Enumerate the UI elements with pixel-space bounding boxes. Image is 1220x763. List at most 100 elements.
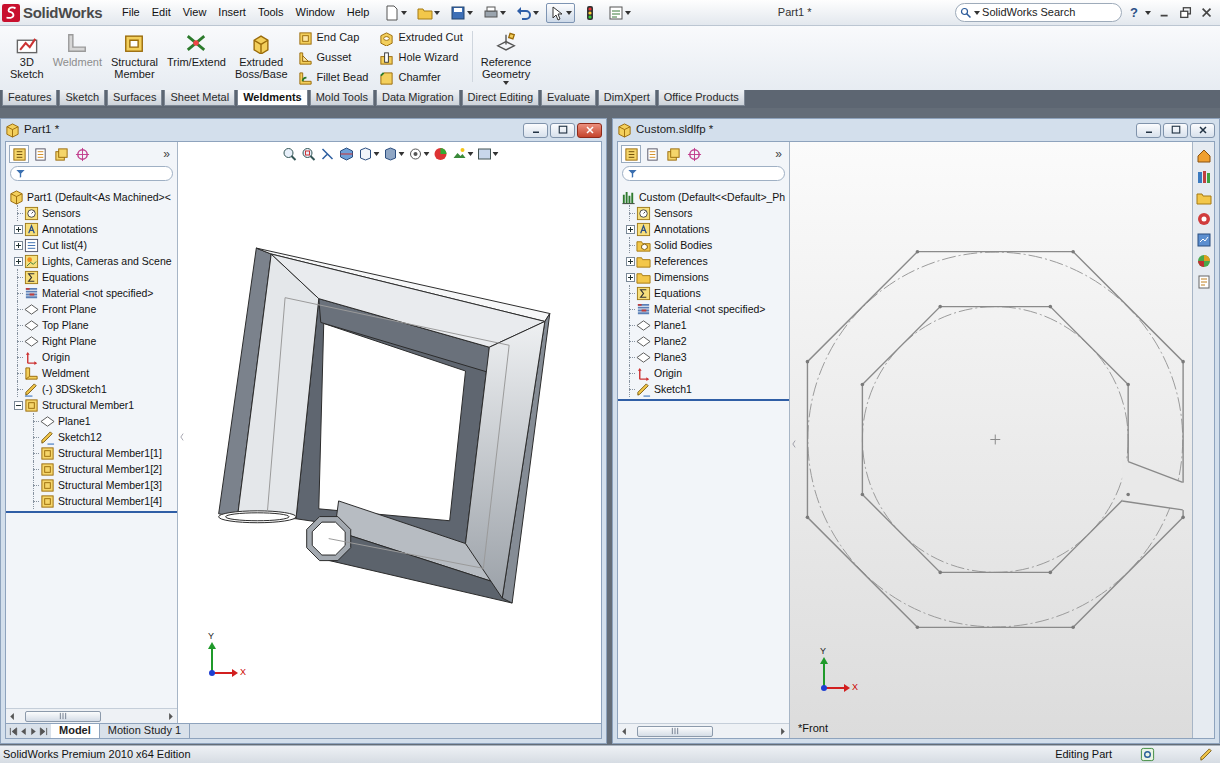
expander-icon[interactable] <box>14 401 23 410</box>
minimize-icon[interactable] <box>1158 6 1172 20</box>
first-tab-icon[interactable] <box>9 727 18 736</box>
home-icon[interactable] <box>1196 148 1212 164</box>
close-button[interactable] <box>577 123 602 138</box>
expander-icon[interactable] <box>14 241 23 250</box>
dropdown-arrow-icon[interactable] <box>423 151 429 157</box>
feature-manager-icon[interactable] <box>12 147 27 162</box>
ribbon-button[interactable]: Structural Member <box>107 29 162 83</box>
scroll-right-icon[interactable] <box>166 712 175 721</box>
command-tab[interactable]: Data Migration <box>376 90 460 106</box>
dropdown-arrow-icon[interactable] <box>533 10 539 16</box>
toolbar-button[interactable] <box>579 3 601 23</box>
menu-item[interactable]: Edit <box>146 4 177 21</box>
tree-scrollbar[interactable] <box>6 708 177 723</box>
expander-icon[interactable] <box>626 257 635 266</box>
fillet-icon[interactable] <box>298 71 313 86</box>
tree-item[interactable]: Equations <box>620 285 789 301</box>
scene-icon[interactable] <box>451 146 467 162</box>
view-tool-button[interactable] <box>451 146 473 162</box>
dropdown-arrow-icon[interactable] <box>467 151 473 157</box>
view-tool-button[interactable] <box>382 146 404 162</box>
tree-item[interactable]: Cut list(4) <box>8 237 177 253</box>
dropdown-arrow-icon[interactable] <box>434 10 440 16</box>
property-manager-icon[interactable] <box>33 147 48 162</box>
pencil-icon[interactable] <box>1199 747 1214 762</box>
scroll-right-icon[interactable] <box>778 727 787 736</box>
view-tool-button[interactable] <box>432 146 448 162</box>
feature-manager-icon[interactable] <box>624 147 639 162</box>
tree-item[interactable]: Dimensions <box>620 269 789 285</box>
expander-icon[interactable] <box>14 225 23 234</box>
tree-scrollbar[interactable] <box>618 723 789 738</box>
toolbar-button[interactable] <box>480 3 509 23</box>
chamfer-icon[interactable] <box>379 71 394 86</box>
zoom-area-icon[interactable] <box>300 146 316 162</box>
refgeom-icon[interactable] <box>495 32 517 54</box>
tree-item[interactable]: (-) 3DSketch1 <box>8 381 177 397</box>
tree-item[interactable]: References <box>620 253 789 269</box>
close-button[interactable] <box>1190 123 1215 138</box>
tree-item[interactable]: Annotations <box>8 221 177 237</box>
tree-item[interactable]: Sketch1 <box>620 381 789 397</box>
minimize-icon[interactable] <box>530 124 542 136</box>
config-manager-icon[interactable] <box>666 147 681 162</box>
tree-item[interactable]: Sensors <box>8 205 177 221</box>
manager-tab[interactable] <box>621 145 641 163</box>
tree-item[interactable]: Front Plane <box>8 301 177 317</box>
ribbon-button[interactable]: End Cap <box>298 29 369 47</box>
toolbar-button[interactable] <box>605 3 634 23</box>
view-settings-icon[interactable] <box>476 146 492 162</box>
tree-item[interactable]: Plane2 <box>620 333 789 349</box>
search-box[interactable] <box>955 3 1122 22</box>
gusset-icon[interactable] <box>298 51 313 66</box>
tree-item[interactable]: Right Plane <box>8 333 177 349</box>
minimize-button[interactable] <box>1136 123 1161 138</box>
maximize-button[interactable] <box>550 123 575 138</box>
previous-tab-icon[interactable] <box>19 727 28 736</box>
maximize-icon[interactable] <box>557 124 569 136</box>
view-tool-button[interactable] <box>319 146 335 162</box>
funnel-icon[interactable] <box>627 168 638 179</box>
manager-tab[interactable] <box>684 145 704 163</box>
search-input[interactable] <box>982 6 1117 19</box>
command-tab[interactable]: Evaluate <box>541 90 596 106</box>
graphics-area[interactable]: YX*Front <box>790 142 1192 738</box>
menu-item[interactable]: File <box>116 4 146 21</box>
tree-filter[interactable] <box>10 166 173 181</box>
ribbon-button[interactable]: Extruded Cut <box>379 29 462 47</box>
command-tab[interactable]: Weldments <box>237 90 307 106</box>
tree-item[interactable]: Sketch12 <box>8 429 177 445</box>
trim-icon[interactable] <box>185 32 207 54</box>
toolbar-button[interactable] <box>447 3 476 23</box>
dropdown-arrow-icon[interactable] <box>492 151 498 157</box>
boss-icon[interactable] <box>250 32 272 54</box>
view-tool-button[interactable] <box>476 146 498 162</box>
manager-tab[interactable] <box>30 145 50 163</box>
dropdown-arrow-icon[interactable] <box>467 10 473 16</box>
tree-item[interactable]: Plane3 <box>620 349 789 365</box>
quick-tips-icon[interactable] <box>1140 747 1155 762</box>
open-icon[interactable] <box>417 5 433 21</box>
graphics-area[interactable]: YX <box>178 142 601 723</box>
toolbar-button[interactable] <box>546 3 575 23</box>
toolbar-button[interactable] <box>513 3 542 23</box>
member-icon[interactable] <box>123 32 145 54</box>
tree-item[interactable]: Material <not specified> <box>620 301 789 317</box>
zoom-to-fit-icon[interactable] <box>281 146 297 162</box>
ribbon-button[interactable]: Gusset <box>298 49 369 67</box>
design-library-icon[interactable] <box>1196 169 1212 185</box>
more-tabs-button[interactable]: » <box>163 147 174 161</box>
ribbon-button[interactable]: Extruded Boss/Base <box>231 29 292 83</box>
view-tool-button[interactable] <box>300 146 316 162</box>
property-manager-icon[interactable] <box>645 147 660 162</box>
tree-item[interactable]: Part1 (Default<As Machined>< <box>8 189 177 205</box>
view-palette-icon[interactable] <box>1196 232 1212 248</box>
tree-item[interactable]: Annotations <box>620 221 789 237</box>
restore-icon[interactable] <box>1179 6 1193 20</box>
tree-item[interactable]: Top Plane <box>8 317 177 333</box>
menu-item[interactable]: Tools <box>252 4 290 21</box>
hide-show-icon[interactable] <box>407 146 423 162</box>
toolbar-button[interactable] <box>414 3 443 23</box>
toolbar-button[interactable] <box>381 3 410 23</box>
ribbon-button[interactable]: Weldment <box>49 29 106 71</box>
